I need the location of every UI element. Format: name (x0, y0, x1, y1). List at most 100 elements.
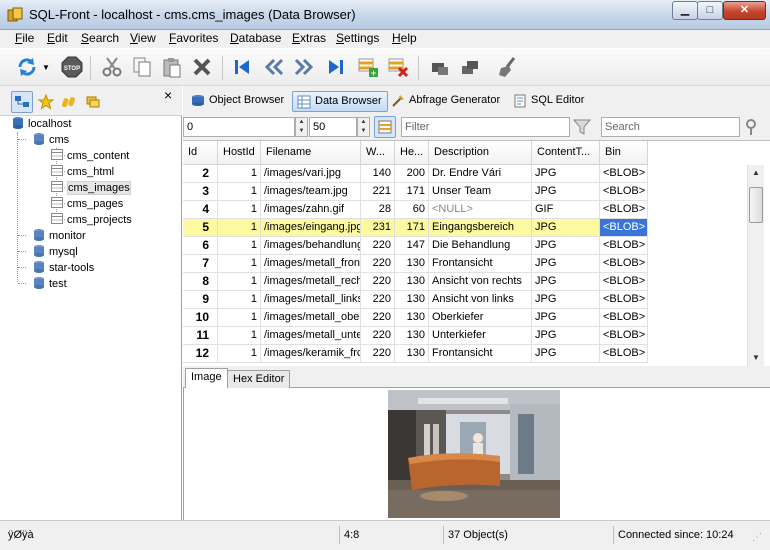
maximize-button[interactable]: □ (697, 1, 723, 20)
tab-data-browser[interactable]: Data Browser (292, 91, 388, 112)
table-cell[interactable]: 60 (395, 201, 429, 219)
close-icon[interactable]: × (164, 87, 172, 103)
table-cell[interactable]: Unser Team (429, 183, 532, 201)
table-row[interactable]: 3 1/images/team.jpg 221 171 Unser Team JPG <BL… (183, 183, 648, 201)
table-cell[interactable]: <BLOB> (600, 273, 648, 291)
table-cell[interactable]: /images/metall_links (261, 291, 361, 309)
menu-edit[interactable]: Edit (47, 31, 68, 45)
table-row[interactable]: 4 1/images/zahn.gif 28 60 <NULL> GIF <BLOB> (183, 201, 648, 219)
table-cell[interactable]: 5 (183, 219, 218, 237)
refresh-icon[interactable] (15, 55, 39, 79)
clear-icon[interactable] (496, 55, 520, 79)
table-cell[interactable]: 200 (395, 165, 429, 183)
table-cell[interactable]: /images/eingang.jpg (261, 219, 361, 237)
table-cell[interactable]: 130 (395, 291, 429, 309)
tab-sql-editor[interactable]: SQL Editor (509, 91, 589, 112)
table-cell[interactable]: <BLOB> (600, 165, 648, 183)
menu-settings[interactable]: Settings (336, 31, 379, 45)
table-cell[interactable]: 8 (183, 273, 218, 291)
table-cell[interactable]: /images/metall_rech (261, 273, 361, 291)
table-cell[interactable]: JPG (532, 255, 600, 273)
table-cell[interactable]: JPG (532, 273, 600, 291)
table-cell[interactable]: JPG (532, 237, 600, 255)
table-cell[interactable]: <BLOB> (600, 291, 648, 309)
table-cell[interactable]: 11 (183, 327, 218, 345)
scroll-up-icon[interactable]: ▲ (752, 168, 760, 177)
limit-input[interactable]: 50 (309, 117, 357, 137)
table-cell[interactable]: 130 (395, 309, 429, 327)
table-row[interactable]: 8 1/images/metall_rech 220 130 Ansicht von r… (183, 273, 648, 291)
table-row[interactable]: 2 1/images/vari.jpg 140 200 Dr. Endre Vári JP… (183, 165, 648, 183)
table-cell[interactable]: Frontansicht (429, 345, 532, 363)
table-cell[interactable]: /images/keramik_frc (261, 345, 361, 363)
table-row[interactable]: 9 1/images/metall_links 220 130 Ansicht von … (183, 291, 648, 309)
tree-node-table[interactable]: cms_projects (51, 212, 132, 228)
minimize-button[interactable]: ▁ (672, 1, 698, 20)
table-row[interactable]: 10 1/images/metall_ober 220 130 Oberkiefer JP… (183, 309, 648, 327)
menu-help[interactable]: Help (392, 31, 417, 45)
column-header-id[interactable]: Id (183, 141, 218, 165)
tree-node-table-selected[interactable]: cms_images (51, 180, 131, 196)
first-record-icon[interactable] (230, 55, 254, 79)
post-icon[interactable] (428, 55, 452, 79)
table-cell[interactable]: JPG (532, 165, 600, 183)
menu-view[interactable]: View (130, 31, 156, 45)
tree-node-server[interactable]: localhost (12, 116, 71, 132)
table-cell[interactable]: /images/team.jpg (261, 183, 361, 201)
filter-icon[interactable] (572, 118, 593, 138)
table-cell[interactable]: Ansicht von links (429, 291, 532, 309)
table-cell[interactable]: 171 (395, 219, 429, 237)
table-cell[interactable]: 220 (361, 273, 395, 291)
table-cell[interactable]: /images/metall_front (261, 255, 361, 273)
search-input[interactable]: Search (601, 117, 740, 137)
table-cell[interactable]: Ansicht von rechts (429, 273, 532, 291)
table-cell[interactable]: <BLOB> (600, 201, 648, 219)
previous-record-icon[interactable] (262, 55, 286, 79)
table-cell[interactable]: JPG (532, 309, 600, 327)
cut-icon[interactable] (100, 55, 124, 79)
table-cell[interactable]: /images/metall_unte (261, 327, 361, 345)
column-header-bin[interactable]: Bin (600, 141, 648, 165)
table-cell[interactable]: 147 (395, 237, 429, 255)
table-cell[interactable]: 1 (218, 219, 261, 237)
table-cell[interactable]: 4 (183, 201, 218, 219)
table-cell[interactable]: Frontansicht (429, 255, 532, 273)
offset-stepper[interactable]: ▲ ▼ (295, 117, 308, 137)
menu-file[interactable]: File (15, 31, 34, 45)
scrollbar-thumb[interactable] (749, 187, 763, 223)
table-cell[interactable]: 171 (395, 183, 429, 201)
stop-icon[interactable]: STOP (60, 55, 84, 79)
column-header-description[interactable]: Description (429, 141, 532, 165)
table-cell[interactable]: Dr. Endre Vári (429, 165, 532, 183)
table-cell[interactable]: 7 (183, 255, 218, 273)
tree-node-table[interactable]: cms_content (51, 148, 129, 164)
table-cell[interactable]: /images/behandlung (261, 237, 361, 255)
table-cell[interactable]: 28 (361, 201, 395, 219)
search-icon[interactable] (743, 118, 763, 138)
tree-node-database[interactable]: monitor (33, 228, 86, 244)
table-cell[interactable]: 1 (218, 291, 261, 309)
table-row[interactable]: 11 1/images/metall_unte 220 130 Unterkiefer J… (183, 327, 648, 345)
paste-icon[interactable] (160, 55, 184, 79)
filter-input[interactable]: Filter (401, 117, 570, 137)
table-cell[interactable]: <BLOB> (600, 309, 648, 327)
table-cell[interactable]: 1 (218, 345, 261, 363)
resize-grip-icon[interactable]: ⋰ (752, 532, 762, 543)
table-cell[interactable]: 130 (395, 327, 429, 345)
table-cell[interactable]: GIF (532, 201, 600, 219)
next-record-icon[interactable] (292, 55, 316, 79)
table-row[interactable]: 7 1/images/metall_front 220 130 Frontansicht… (183, 255, 648, 273)
bookmarks-icon[interactable] (58, 91, 80, 113)
table-cell[interactable]: <BLOB> (600, 237, 648, 255)
limit-stepper[interactable]: ▲ ▼ (357, 117, 370, 137)
table-cell[interactable]: 1 (218, 273, 261, 291)
table-cell[interactable]: 1 (218, 183, 261, 201)
table-cell[interactable]: JPG (532, 291, 600, 309)
table-cell[interactable]: 140 (361, 165, 395, 183)
table-cell[interactable]: 1 (218, 201, 261, 219)
tab-image[interactable]: Image (185, 368, 228, 389)
table-cell[interactable]: Eingangsbereich (429, 219, 532, 237)
tree-node-table[interactable]: cms_pages (51, 196, 123, 212)
tab-hex-editor[interactable]: Hex Editor (227, 370, 291, 389)
column-header-hostid[interactable]: HostId (218, 141, 261, 165)
